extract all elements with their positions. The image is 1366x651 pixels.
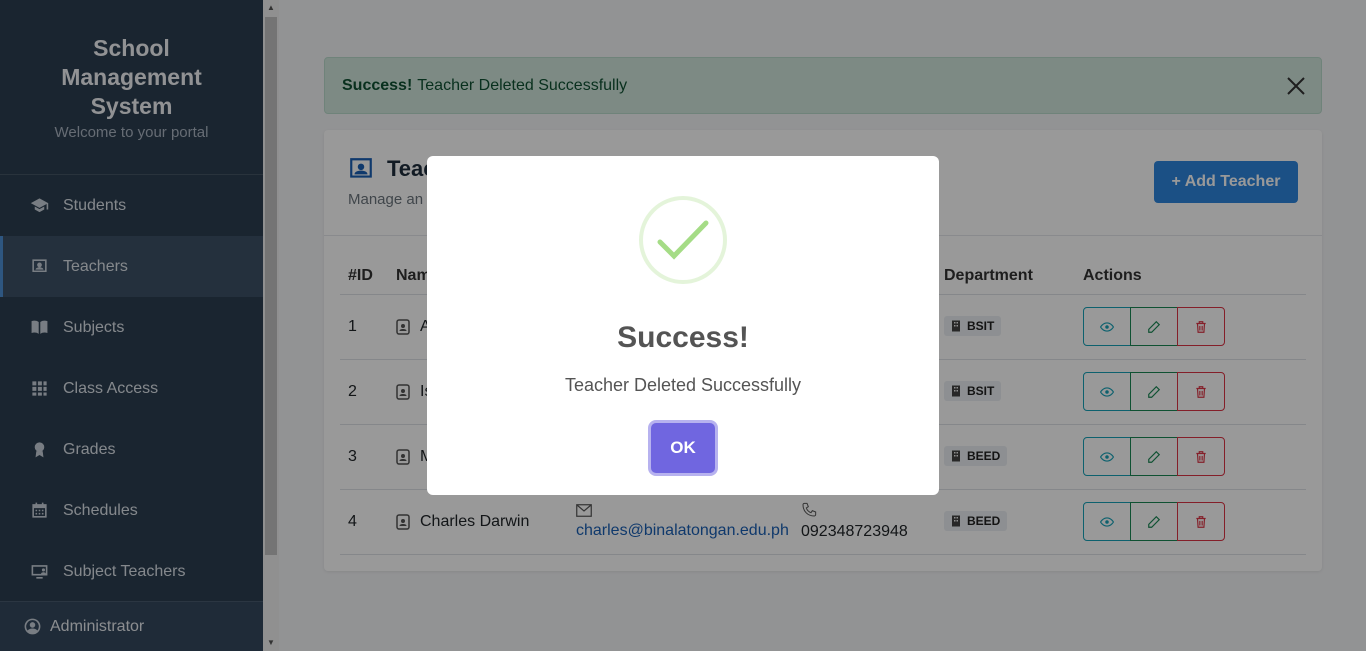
- ok-button[interactable]: OK: [651, 423, 715, 473]
- dialog-title: Success!: [617, 321, 749, 354]
- success-dialog: Success! Teacher Deleted Successfully OK: [427, 156, 939, 495]
- success-check-icon: [639, 196, 727, 284]
- dialog-message: Teacher Deleted Successfully: [564, 375, 802, 395]
